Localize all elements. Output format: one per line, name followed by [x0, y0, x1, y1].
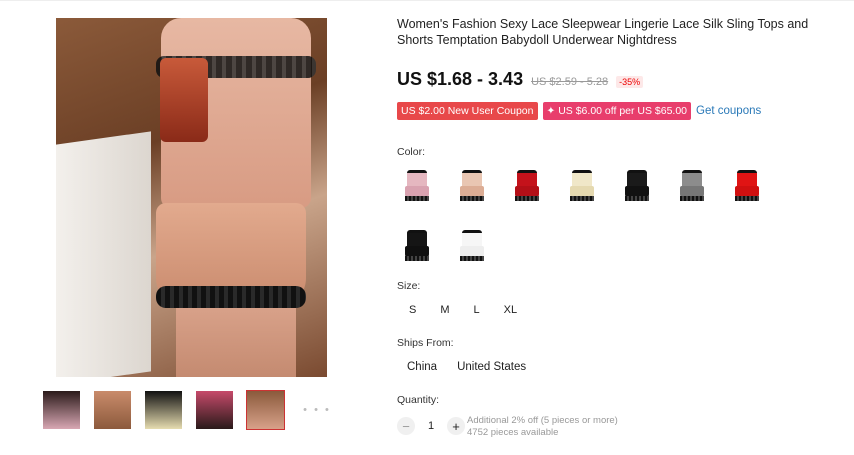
product-title: Women's Fashion Sexy Lace Sleepwear Ling… [397, 17, 809, 47]
background-door [56, 131, 151, 377]
thumbnail-2[interactable] [93, 390, 132, 430]
new-user-coupon[interactable]: US $2.00 New User Coupon [397, 102, 538, 120]
lace-trim-shorts [156, 286, 306, 308]
swatch-garment-icon [458, 168, 486, 202]
thumbnail-image [94, 391, 131, 429]
ships-from-label: Ships From: [397, 337, 454, 349]
swatch-garment-icon [678, 168, 706, 202]
bulk-discount-note: Additional 2% off (5 pieces or more) [467, 415, 618, 426]
thumbnail-5[interactable] [246, 390, 285, 430]
color-swatch-bright-red[interactable] [727, 163, 767, 207]
quantity-increase-button[interactable]: + [447, 417, 465, 435]
thumbnail-strip: • • • [42, 390, 337, 432]
quantity-label: Quantity: [397, 394, 440, 406]
swatch-garment-icon [403, 228, 431, 262]
swatch-garment-icon [623, 168, 651, 202]
phone-in-hand [160, 58, 208, 142]
price-row: US $1.68 - 3.43 US $2.59 - 5.28 -35% [397, 69, 644, 90]
swatch-garment-icon [568, 168, 596, 202]
thumbnail-1[interactable] [42, 390, 81, 430]
ships-from-option-china[interactable]: China [397, 361, 447, 373]
top-divider [0, 0, 854, 1]
size-option-xl[interactable]: XL [492, 304, 529, 316]
size-option-s[interactable]: S [397, 304, 428, 316]
thumbnail-image [196, 391, 233, 429]
thumbnail-image [145, 391, 182, 429]
get-coupons-link[interactable]: Get coupons [696, 105, 761, 117]
swatch-garment-icon [733, 168, 761, 202]
thumbnail-4[interactable] [195, 390, 234, 430]
coupon-row: US $2.00 New User Coupon ✦ US $6.00 off … [397, 102, 761, 120]
quantity-value[interactable]: 1 [425, 420, 437, 432]
main-product-image[interactable] [56, 18, 327, 377]
stock-available: 4752 pieces available [467, 427, 559, 438]
color-swatch-champagne[interactable] [562, 163, 602, 207]
ships-from-options: China United States [397, 361, 536, 373]
quantity-decrease-button[interactable]: − [397, 417, 415, 435]
quantity-info: Additional 2% off (5 pieces or more) 475… [467, 415, 618, 439]
discount-badge: -35% [616, 76, 644, 88]
color-swatch-white[interactable] [452, 223, 492, 267]
color-swatch-black-white[interactable] [397, 223, 437, 267]
swatch-garment-icon [458, 228, 486, 262]
size-option-l[interactable]: L [462, 304, 492, 316]
original-price: US $2.59 - 5.28 [531, 76, 609, 88]
quantity-stepper: − 1 + [397, 417, 465, 435]
store-coupon[interactable]: ✦ US $6.00 off per US $65.00 [542, 102, 692, 120]
swatch-garment-icon [513, 168, 541, 202]
color-swatches [397, 163, 797, 267]
color-label: Color: [397, 146, 426, 158]
ships-from-option-united-states[interactable]: United States [447, 361, 536, 373]
color-swatch-black[interactable] [617, 163, 657, 207]
color-swatch-pink-black[interactable] [397, 163, 437, 207]
color-swatch-red[interactable] [507, 163, 547, 207]
color-swatch-grey[interactable] [672, 163, 712, 207]
color-swatch-nude[interactable] [452, 163, 492, 207]
thumbnail-3[interactable] [144, 390, 183, 430]
size-option-m[interactable]: M [428, 304, 461, 316]
current-price: US $1.68 - 3.43 [397, 69, 524, 89]
thumbnail-image [43, 391, 80, 429]
more-thumbnails-indicator[interactable]: • • • [297, 390, 337, 430]
size-label: Size: [397, 280, 421, 292]
thumbnail-image [247, 391, 284, 429]
legs [176, 308, 296, 377]
size-options: S M L XL [397, 304, 529, 316]
swatch-garment-icon [403, 168, 431, 202]
